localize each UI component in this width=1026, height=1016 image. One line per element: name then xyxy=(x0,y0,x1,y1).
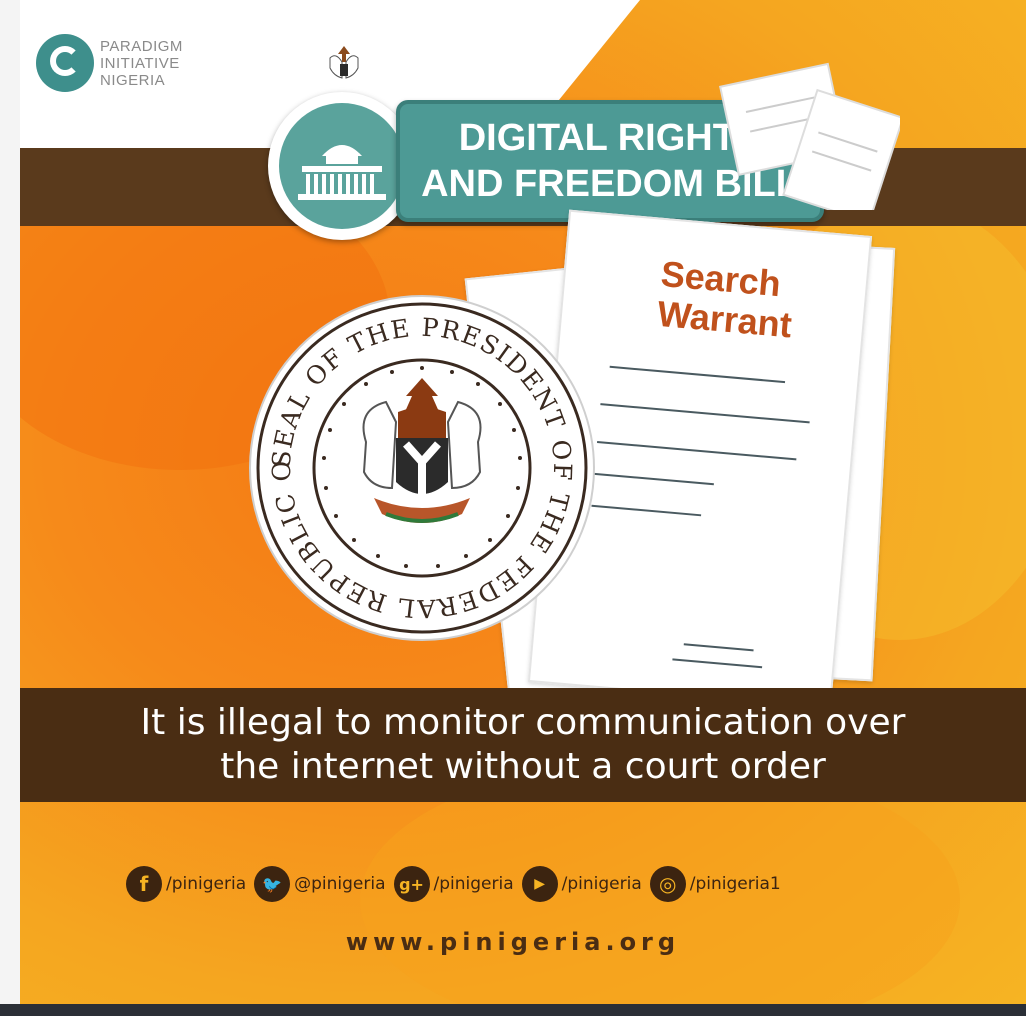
social-youtube[interactable]: ▶ /pinigeria xyxy=(521,866,642,902)
logo-line-2: INITIATIVE xyxy=(100,54,180,72)
document-text-line xyxy=(594,472,714,486)
national-assembly-icon xyxy=(279,103,405,229)
social-label: /pinigeria1 xyxy=(689,874,781,894)
social-label: @pinigeria xyxy=(294,874,386,894)
social-google-plus[interactable]: g+ /pinigeria xyxy=(393,866,514,902)
national-assembly-badge xyxy=(268,92,416,240)
social-label: /pinigeria xyxy=(561,874,642,894)
document-text-line xyxy=(591,504,702,517)
document-text-line xyxy=(600,403,810,424)
document-text-line xyxy=(597,440,797,461)
instagram-icon: ◎ xyxy=(649,866,686,902)
stacked-papers-icon xyxy=(719,62,900,210)
message-band: It is illegal to monitor communication o… xyxy=(20,688,1026,802)
social-facebook[interactable]: f /pinigeria xyxy=(126,866,246,902)
coat-of-arms-icon xyxy=(329,46,359,79)
document-text-line xyxy=(609,365,786,384)
logo-mark-icon xyxy=(36,34,94,92)
social-twitter[interactable]: 🐦 @pinigeria xyxy=(254,866,386,902)
logo-line-1: PARADIGM xyxy=(100,37,183,55)
logo-text: PARADIGM INITIATIVE NIGERIA xyxy=(100,38,183,89)
facebook-icon: f xyxy=(126,866,162,902)
logo: PARADIGM INITIATIVE NIGERIA xyxy=(36,34,183,92)
presidential-seal: SEAL OF THE PRESIDENT OF THE FEDERAL REP… xyxy=(246,292,595,641)
logo-line-3: NIGERIA xyxy=(100,71,166,89)
website-link[interactable]: www.pinigeria.org xyxy=(0,928,1026,956)
google-plus-icon: g+ xyxy=(393,866,430,902)
search-warrant-title: Search Warrant xyxy=(656,253,797,345)
social-instagram[interactable]: ◎ /pinigeria1 xyxy=(649,866,781,902)
message-line-2: the internet without a court order xyxy=(220,746,826,787)
message-line-1: It is illegal to monitor communication o… xyxy=(140,702,906,743)
social-label: /pinigeria xyxy=(166,874,247,894)
document-text-line xyxy=(683,643,754,652)
document-text-line xyxy=(672,658,763,669)
social-links: f /pinigeria 🐦 @pinigeria g+ /pinigeria … xyxy=(126,866,781,902)
youtube-icon: ▶ xyxy=(521,866,558,902)
social-label: /pinigeria xyxy=(433,874,514,894)
twitter-icon: 🐦 xyxy=(254,866,291,902)
bottom-strip xyxy=(0,1004,1026,1016)
